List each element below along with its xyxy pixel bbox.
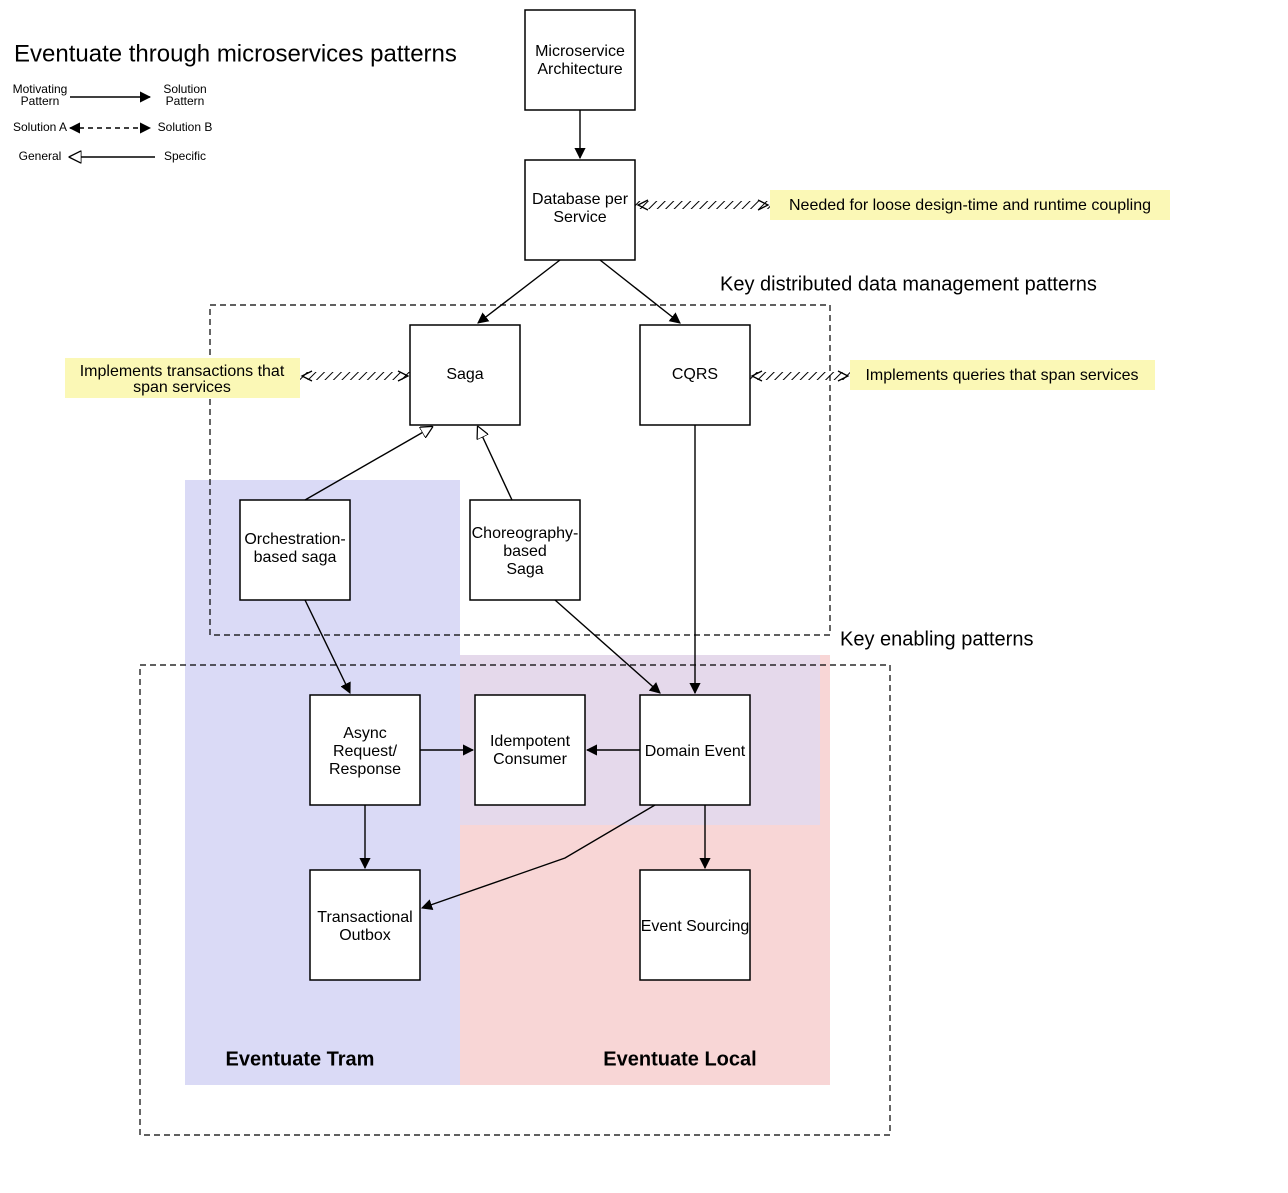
note-cqrs: Implements queries that span services xyxy=(850,360,1155,390)
legend-specific: Specific xyxy=(164,149,206,163)
node-saga: Saga xyxy=(410,325,520,425)
legend-solutionA: Solution A xyxy=(13,120,67,134)
svg-text:Implements transactions that: Implements transactions that xyxy=(80,363,285,380)
svg-text:Transactional: Transactional xyxy=(317,909,412,926)
section-title-enabling: Key enabling patterns xyxy=(840,628,1033,650)
label-eventuate-local: Eventuate Local xyxy=(603,1048,756,1070)
svg-text:Implements queries that span s: Implements queries that span services xyxy=(865,367,1138,384)
svg-text:Needed for loose design-time a: Needed for loose design-time and runtime… xyxy=(789,197,1151,214)
legend-solutionB: Solution B xyxy=(158,120,213,134)
svg-text:Database per: Database per xyxy=(532,191,629,208)
svg-text:span services: span services xyxy=(133,379,231,396)
node-chore-saga: Choreography- based Saga xyxy=(470,500,580,600)
node-idempotent: Idempotent Consumer xyxy=(475,695,585,805)
svg-text:Async: Async xyxy=(343,725,387,742)
svg-text:Domain Event: Domain Event xyxy=(645,743,746,760)
note-saga: Implements transactions that span servic… xyxy=(65,358,300,398)
svg-text:Microservice: Microservice xyxy=(535,43,625,60)
svg-text:Response: Response xyxy=(329,761,401,778)
node-dbper: Database per Service xyxy=(525,160,635,260)
edge-dbper-saga xyxy=(478,260,560,323)
svg-text:Outbox: Outbox xyxy=(339,927,391,944)
legend-solution: SolutionPattern xyxy=(163,82,206,108)
svg-text:Request/: Request/ xyxy=(333,743,398,760)
node-microservice: Microservice Architecture xyxy=(525,10,635,110)
edge-dbper-cqrs xyxy=(600,260,680,323)
label-eventuate-tram: Eventuate Tram xyxy=(226,1048,375,1070)
svg-text:Choreography-: Choreography- xyxy=(472,525,579,542)
svg-text:Event Sourcing: Event Sourcing xyxy=(641,918,750,935)
edge-chore-saga-gen xyxy=(478,427,512,500)
note-loose-coupling: Needed for loose design-time and runtime… xyxy=(770,190,1170,220)
node-orch-saga: Orchestration- based saga xyxy=(240,500,350,600)
diagram-title: Eventuate through microservices patterns xyxy=(14,40,457,67)
svg-text:Saga: Saga xyxy=(446,366,483,383)
section-title-ddm: Key distributed data management patterns xyxy=(720,273,1097,295)
svg-text:based saga: based saga xyxy=(254,549,337,566)
svg-text:CQRS: CQRS xyxy=(672,366,718,383)
svg-text:Saga: Saga xyxy=(506,561,543,578)
svg-text:Architecture: Architecture xyxy=(537,61,622,78)
svg-text:Consumer: Consumer xyxy=(493,751,567,768)
legend-motivating: MotivatingPattern xyxy=(13,82,68,108)
diagram-canvas: Eventuate through microservices patterns… xyxy=(0,0,1288,1193)
svg-text:Orchestration-: Orchestration- xyxy=(244,531,345,548)
svg-text:Service: Service xyxy=(553,209,606,226)
node-tx-outbox: Transactional Outbox xyxy=(310,870,420,980)
legend-general: General xyxy=(19,149,62,163)
legend: MotivatingPattern SolutionPattern Soluti… xyxy=(13,82,213,163)
svg-text:Idempotent: Idempotent xyxy=(490,733,571,750)
svg-text:based: based xyxy=(503,543,547,560)
node-cqrs: CQRS xyxy=(640,325,750,425)
node-domain-event: Domain Event xyxy=(640,695,750,805)
node-event-sourcing: Event Sourcing xyxy=(640,870,750,980)
node-async-rr: Async Request/ Response xyxy=(310,695,420,805)
